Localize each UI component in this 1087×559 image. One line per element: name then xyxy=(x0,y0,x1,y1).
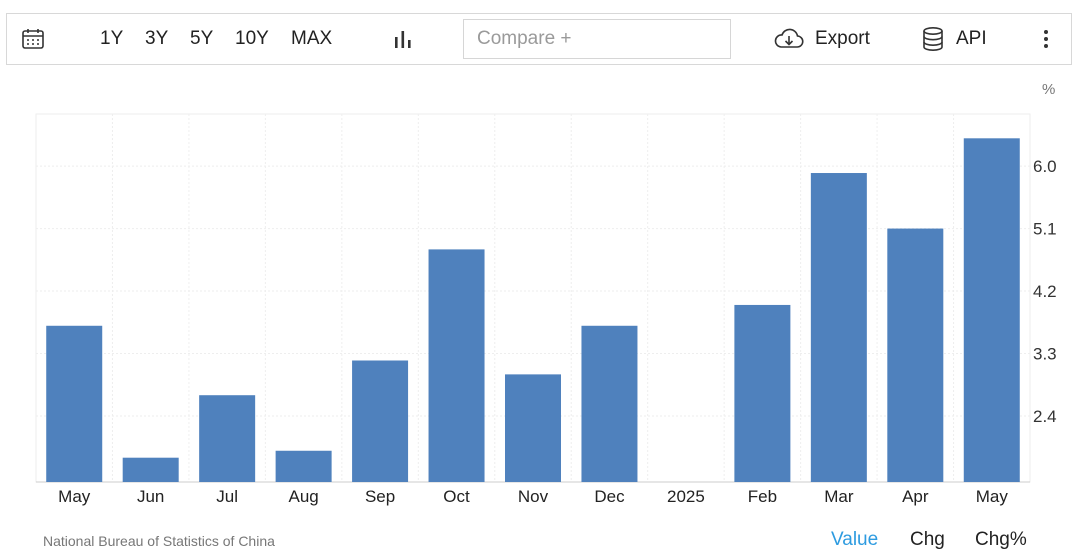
bar xyxy=(887,228,944,482)
bar-chart-icon[interactable] xyxy=(392,14,414,64)
bar xyxy=(810,173,867,482)
x-tick-label: Jul xyxy=(216,487,238,506)
x-tick-label: Dec xyxy=(594,487,625,506)
chart-area: 2.4 3.3 4.2 5.1 6.0% May Jun Jul Aug Sep Oct Nov Dec… xyxy=(0,66,1087,526)
x-tick-label: Sep xyxy=(365,487,395,506)
y-tick-label: 3.3 xyxy=(1033,345,1057,364)
database-icon xyxy=(922,26,944,52)
source-label: National Bureau of Statistics of China xyxy=(43,533,275,549)
range-3y-button[interactable]: 3Y xyxy=(145,14,168,64)
x-tick-label: May xyxy=(58,487,91,506)
tab-chg-percent[interactable]: Chg% xyxy=(975,529,1027,551)
tab-value[interactable]: Value xyxy=(831,529,878,551)
x-tick-label: Feb xyxy=(748,487,777,506)
y-tick-label: 2.4 xyxy=(1033,407,1057,426)
x-tick-label: Mar xyxy=(824,487,854,506)
y-tick-label: 4.2 xyxy=(1033,282,1057,301)
y-unit-label: % xyxy=(1042,81,1055,98)
compare-input[interactable] xyxy=(477,28,717,50)
y-tick-label: 6.0 xyxy=(1033,157,1057,176)
bar xyxy=(275,450,332,482)
range-10y-button[interactable]: 10Y xyxy=(235,14,269,64)
x-tick-label: Oct xyxy=(443,487,470,506)
bar xyxy=(428,249,485,482)
x-tick-label: Apr xyxy=(902,487,929,506)
export-label: Export xyxy=(815,28,870,49)
tab-chg[interactable]: Chg xyxy=(910,529,945,551)
api-label: API xyxy=(956,28,987,49)
y-tick-label: 5.1 xyxy=(1033,220,1057,239)
api-button[interactable]: API xyxy=(922,14,987,64)
compare-box xyxy=(463,19,731,59)
cloud-download-icon xyxy=(773,27,805,51)
x-tick-label: Jun xyxy=(137,487,164,506)
calendar-icon[interactable] xyxy=(21,14,45,64)
bar xyxy=(122,457,179,482)
export-button[interactable]: Export xyxy=(773,14,870,64)
range-1y-button[interactable]: 1Y xyxy=(100,14,123,64)
x-tick-label: Aug xyxy=(288,487,318,506)
bar xyxy=(734,304,791,482)
bar xyxy=(352,360,409,482)
range-max-button[interactable]: MAX xyxy=(291,14,332,64)
bar xyxy=(199,395,256,482)
x-tick-label: 2025 xyxy=(667,487,705,506)
chart-toolbar: 1Y 3Y 5Y 10Y MAX Export xyxy=(6,13,1072,65)
bar xyxy=(963,138,1020,482)
bar-chart: 2.4 3.3 4.2 5.1 6.0% May Jun Jul Aug Sep Oct Nov Dec… xyxy=(35,81,1057,506)
x-tick-label: Nov xyxy=(518,487,549,506)
x-tick-label: May xyxy=(976,487,1009,506)
range-5y-button[interactable]: 5Y xyxy=(190,14,213,64)
bar xyxy=(505,374,561,482)
bar xyxy=(581,325,638,482)
bar xyxy=(46,325,103,482)
vertical-dots-icon[interactable] xyxy=(1040,14,1052,64)
